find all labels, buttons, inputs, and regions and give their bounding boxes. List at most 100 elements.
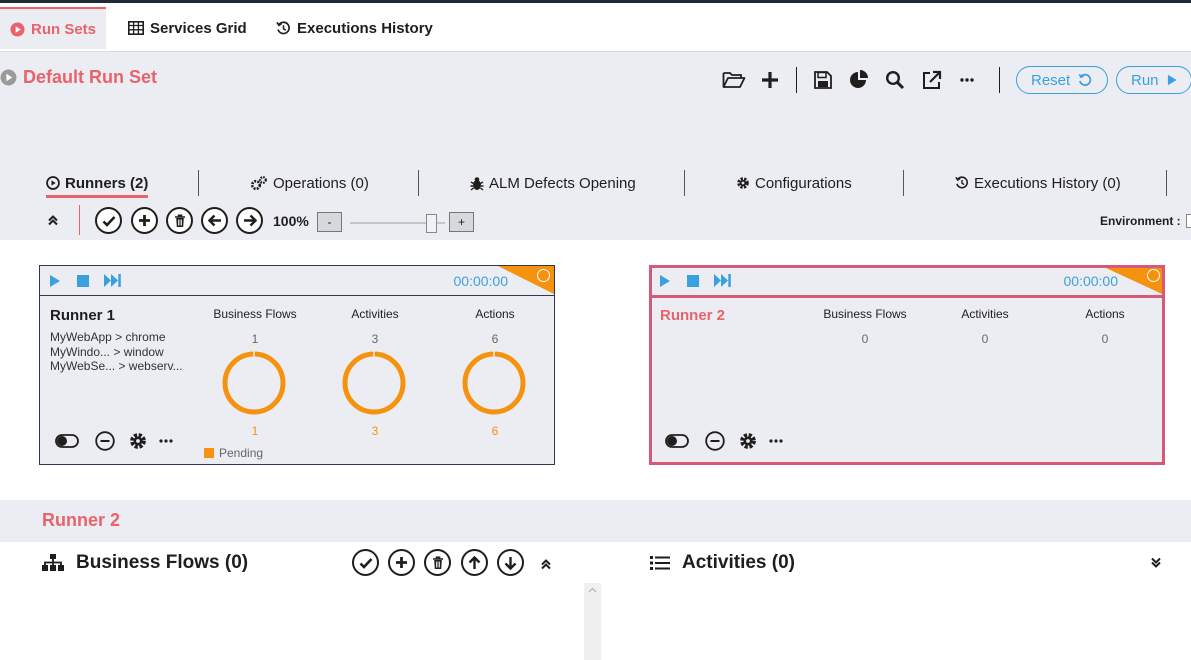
trash-icon — [432, 556, 443, 569]
actions-donut — [462, 351, 526, 415]
fast-forward-icon[interactable] — [104, 274, 121, 287]
gear-icon[interactable] — [129, 432, 147, 450]
business-flows-label: Business Flows — [823, 307, 907, 321]
actions-label: Actions — [1085, 307, 1125, 321]
business-flows-scrollbar[interactable] — [584, 583, 601, 660]
tab-executions-history[interactable]: Executions History — [266, 7, 443, 49]
chevrons-up-icon — [48, 215, 58, 226]
add-runner-button[interactable] — [131, 207, 158, 234]
fast-forward-icon[interactable] — [714, 274, 731, 287]
expand-activities-button[interactable] — [1150, 556, 1162, 574]
next-runner-button[interactable] — [236, 207, 263, 234]
activities-donut — [342, 351, 406, 415]
delete-runner-button[interactable] — [166, 207, 193, 234]
stop-icon[interactable] — [687, 275, 699, 287]
export-button[interactable] — [913, 67, 949, 93]
tab-alm-defects-opening[interactable]: ALM Defects Opening — [470, 168, 636, 198]
search-button[interactable] — [877, 67, 913, 93]
business-flows-title: Business Flows (0) — [76, 552, 249, 573]
previous-runner-button[interactable] — [201, 207, 228, 234]
chevrons-down-icon — [1151, 557, 1161, 568]
runner-card-header: 00:00:00 — [652, 268, 1162, 298]
clock-icon — [537, 269, 550, 282]
runner-card-selected[interactable]: 00:00:00 Runner 2 Business Flows Activit… — [649, 265, 1165, 465]
tab-configurations[interactable]: Configurations — [736, 168, 852, 198]
actions-total: 6 — [491, 332, 499, 346]
open-button[interactable] — [716, 67, 752, 93]
reset-button-label: Reset — [1031, 71, 1071, 89]
actions-pending: 6 — [491, 424, 499, 438]
tab-runners-label: Runners (2) — [65, 174, 149, 192]
check-all-button[interactable] — [352, 549, 379, 576]
runner-app: MyWebApp > chrome — [50, 330, 166, 344]
play-circle-icon — [10, 21, 25, 37]
tab-run-sets[interactable]: Run Sets — [0, 7, 107, 49]
toolbar-divider — [796, 67, 797, 93]
runner-app: MyWindo... > window — [50, 344, 164, 359]
save-button[interactable] — [805, 67, 841, 93]
history-icon — [955, 176, 969, 189]
delete-business-flow-button[interactable] — [424, 549, 451, 576]
more-icon — [960, 78, 974, 82]
move-up-button[interactable] — [461, 549, 488, 576]
arrow-left-icon — [207, 214, 221, 227]
add-button[interactable] — [752, 67, 788, 93]
runset-subtabs: Runners (2) Operations (0) ALM Defects O… — [0, 168, 1191, 198]
arrow-up-icon — [468, 555, 481, 569]
bug-icon — [470, 176, 484, 191]
runner-card-header: 00:00:00 — [40, 266, 554, 296]
add-business-flow-button[interactable] — [388, 549, 415, 576]
minus-circle-icon[interactable] — [705, 431, 725, 451]
runner-detail-header — [0, 500, 1191, 542]
pending-legend: Pending — [204, 446, 263, 460]
more-icon[interactable] — [159, 438, 173, 444]
tab-executions-history-sub[interactable]: Executions History (0) — [955, 168, 1121, 198]
folder-open-icon — [722, 72, 746, 88]
play-icon[interactable] — [659, 274, 671, 288]
tab-executions-history-sub-label: Executions History (0) — [974, 174, 1121, 192]
tab-run-sets-label: Run Sets — [31, 20, 97, 38]
zoom-in-button[interactable]: + — [449, 212, 474, 232]
scroll-up-arrow-icon[interactable] — [588, 587, 597, 593]
business-flows-total: 0 — [861, 332, 869, 346]
runner-app: MyWebSe... > webserv... — [50, 359, 183, 373]
activities-title: Activities (0) — [682, 552, 795, 573]
gears-icon — [250, 175, 267, 190]
zoom-out-button[interactable]: - — [317, 212, 342, 232]
runner-card[interactable]: 00:00:00 Runner 1 MyWebApp > chrome MyWi… — [39, 265, 555, 465]
run-button[interactable]: Run — [1116, 66, 1191, 94]
reset-button[interactable]: Reset — [1016, 66, 1108, 94]
runner-card-controls — [665, 431, 783, 451]
stop-icon[interactable] — [77, 275, 89, 287]
zoom-value: 100% — [273, 213, 309, 229]
toggle-icon[interactable] — [55, 434, 79, 448]
gear-icon[interactable] — [739, 432, 757, 450]
runner-name: Runner 2 — [660, 307, 726, 324]
analytics-button[interactable] — [841, 67, 877, 93]
actions-total: 0 — [1101, 332, 1109, 346]
tab-services-grid[interactable]: Services Grid — [118, 7, 257, 49]
more-button[interactable] — [949, 67, 985, 93]
save-icon — [814, 71, 832, 89]
pie-chart-icon — [850, 70, 868, 88]
environment-select[interactable] — [1186, 214, 1191, 228]
play-icon — [1167, 74, 1177, 86]
run-button-label: Run — [1131, 71, 1159, 89]
actions-label: Actions — [475, 307, 515, 321]
minus-circle-icon[interactable] — [95, 431, 115, 451]
list-icon — [650, 556, 670, 570]
collapse-button[interactable] — [47, 213, 59, 231]
sitemap-icon — [42, 554, 64, 571]
move-down-button[interactable] — [497, 549, 524, 576]
more-icon[interactable] — [769, 438, 783, 444]
toggle-icon[interactable] — [665, 434, 689, 448]
plus-icon — [139, 215, 150, 226]
check-all-button[interactable] — [95, 207, 122, 234]
tab-configurations-label: Configurations — [755, 174, 852, 192]
tab-runners[interactable]: Runners (2) — [46, 168, 148, 198]
zoom-slider-thumb[interactable] — [425, 214, 437, 233]
plus-icon — [762, 72, 778, 88]
play-icon[interactable] — [49, 274, 61, 288]
collapse-business-flows-button[interactable] — [540, 557, 552, 575]
tab-operations[interactable]: Operations (0) — [250, 168, 369, 198]
